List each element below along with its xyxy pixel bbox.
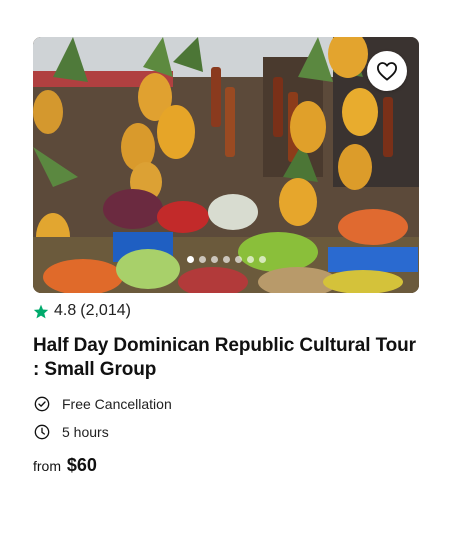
rating-score: 4.8 [54, 302, 77, 319]
carousel-dot[interactable] [198, 256, 206, 263]
carousel-indicator [33, 256, 419, 263]
market-stall-image [33, 37, 419, 293]
tour-photo[interactable] [33, 37, 419, 293]
tour-title[interactable]: Half Day Dominican Republic Cultural Tou… [33, 334, 419, 382]
carousel-dot[interactable] [246, 256, 254, 263]
clock-icon [34, 424, 50, 440]
feature-label: Free Cancellation [62, 396, 172, 412]
price-amount: $60 [66, 455, 97, 475]
favorite-button[interactable] [367, 51, 407, 91]
carousel-dot[interactable] [210, 256, 218, 263]
feature-label: 5 hours [62, 424, 109, 440]
carousel-dot[interactable] [186, 256, 194, 263]
star-icon [33, 304, 49, 318]
check-circle-icon [34, 396, 50, 412]
feature-duration: 5 hours [33, 424, 419, 440]
tour-card[interactable]: 4.8 (2,014) Half Day Dominican Republic … [33, 37, 419, 476]
carousel-dot[interactable] [234, 256, 242, 263]
price-prefix: from [33, 458, 61, 474]
feature-free-cancellation: Free Cancellation [33, 396, 419, 412]
rating: 4.8 (2,014) [33, 302, 419, 320]
price: from $60 [33, 455, 419, 476]
heart-outline-icon [376, 62, 397, 81]
carousel-dot[interactable] [258, 256, 266, 263]
carousel-dot[interactable] [222, 256, 230, 263]
review-count: (2,014) [80, 302, 131, 319]
